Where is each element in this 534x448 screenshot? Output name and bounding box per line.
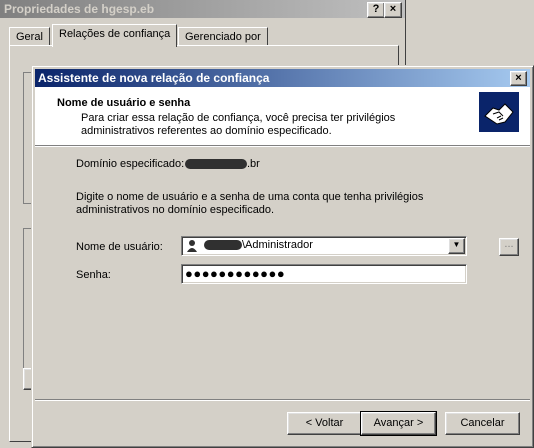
cancel-button[interactable]: Cancelar: [445, 412, 520, 435]
header-separator: [35, 146, 530, 147]
redacted-user-domain: [204, 240, 242, 251]
wizard-title: Assistente de nova relação de confiança: [38, 71, 270, 85]
properties-close-button[interactable]: ×: [384, 2, 402, 18]
redacted-domain: [185, 159, 247, 170]
password-field[interactable]: ●●●●●●●●●●●●: [181, 264, 467, 284]
wizard-title-bar[interactable]: Assistente de nova relação de confiança …: [35, 69, 530, 87]
header-title: Nome de usuário e senha: [57, 97, 191, 109]
wizard-close-button[interactable]: ×: [510, 71, 527, 86]
wizard-header: Nome de usuário e senha Para criar essa …: [35, 87, 530, 146]
instructions: Digite o nome de usuário e a senha de um…: [76, 191, 424, 216]
tab-geral[interactable]: Geral: [9, 27, 50, 46]
footer-separator: [35, 399, 530, 401]
chevron-down-icon[interactable]: ▼: [448, 238, 465, 254]
password-label: Senha:: [76, 269, 111, 281]
domain-label: Domínio especificado:: [76, 158, 185, 170]
handshake-icon: [479, 92, 519, 132]
username-combobox[interactable]: \Administrador ▼: [181, 236, 467, 256]
username-value: \Administrador: [204, 239, 313, 251]
header-description: Para criar essa relação de confiança, vo…: [81, 112, 396, 137]
back-button[interactable]: < Voltar: [287, 412, 362, 435]
username-suffix: \Administrador: [242, 239, 313, 251]
properties-title: Propriedades de hgesp.eb: [4, 2, 155, 16]
trust-wizard-dialog: Assistente de nova relação de confiança …: [31, 65, 534, 448]
password-value: ●●●●●●●●●●●●: [185, 266, 286, 281]
user-icon: [185, 239, 199, 256]
properties-title-bar[interactable]: Propriedades de hgesp.eb: [0, 0, 405, 18]
username-label: Nome de usuário:: [76, 241, 163, 253]
domain-suffix: .br: [247, 158, 260, 170]
help-button[interactable]: ?: [367, 2, 385, 18]
tab-relacoes-de-confianca[interactable]: Relações de confiança: [52, 24, 178, 47]
domain-value: .br: [185, 158, 260, 170]
browse-button[interactable]: ...: [499, 238, 519, 256]
next-button[interactable]: Avançar >: [360, 411, 437, 436]
tab-gerenciado-por[interactable]: Gerenciado por: [178, 27, 268, 46]
